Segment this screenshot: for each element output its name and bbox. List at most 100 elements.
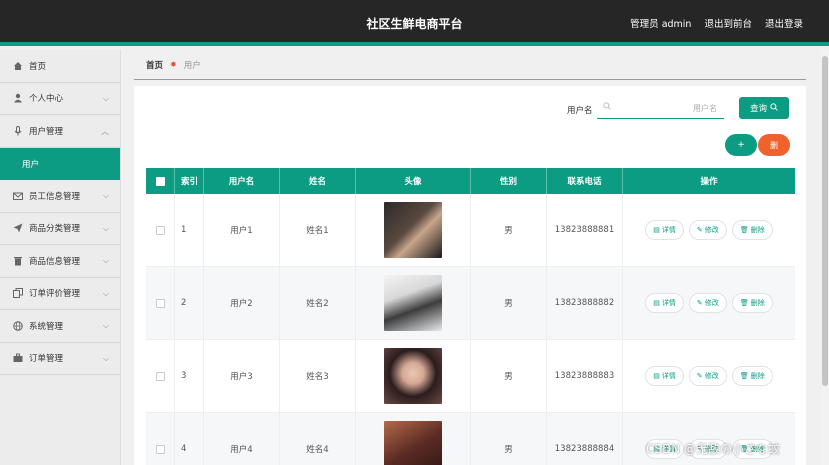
user-icon <box>13 93 23 103</box>
main-content: 用户名 查询 + 删 索引 用户名 姓名 头像 性别 联系电话 操作 1 <box>134 86 806 465</box>
chevron-down-icon: ⌵ <box>102 191 109 200</box>
detail-button[interactable]: ▤ 详情 <box>645 366 684 386</box>
top-bar: 社区生鲜电商平台 管理员 admin 退出到前台 退出登录 <box>0 0 829 46</box>
cell-gender: 男 <box>471 267 547 339</box>
delete-button[interactable]: 🗑 删除 <box>731 293 773 313</box>
logout-link[interactable]: 退出登录 <box>765 16 803 30</box>
chevron-down-icon: ⌵ <box>102 223 109 233</box>
sidebar-item-product-management[interactable]: 商品信息管理 ⌵ <box>0 245 120 278</box>
cell-username: 用户3 <box>204 340 280 412</box>
cell-gender: 男 <box>471 340 547 412</box>
sidebar-item-user[interactable]: 用户 <box>0 147 120 180</box>
chevron-up-icon: ︿ <box>101 127 109 136</box>
user-table: 索引 用户名 姓名 头像 性别 联系电话 操作 1 用户1 姓名1 男 1382… <box>146 168 795 465</box>
exit-to-frontend-link[interactable]: 退出到前台 <box>704 16 752 30</box>
trash-icon: 🗑 <box>739 226 749 234</box>
row-checkbox[interactable] <box>155 225 165 235</box>
microphone-icon <box>13 125 23 136</box>
avatar <box>384 275 442 331</box>
cell-name: 姓名3 <box>280 340 356 412</box>
table-row: 3 用户3 姓名3 男 13823888883 ▤ 详情 ✎ 修改 🗑 删除 <box>146 340 795 413</box>
breadcrumb-home[interactable]: 首页 <box>146 59 163 71</box>
table-row: 2 用户2 姓名2 男 13823888882 ▤ 详情 ✎ 修改 🗑 删除 <box>146 267 795 340</box>
edit-label: 修改 <box>704 372 719 380</box>
edit-button[interactable]: ✎ 修改 <box>688 293 727 313</box>
page-scrollbar[interactable] <box>821 50 829 465</box>
trash-icon: 🗑 <box>739 372 749 380</box>
detail-label: 详情 <box>661 226 676 234</box>
search-box <box>597 97 724 119</box>
cell-phone: 13823888882 <box>547 267 623 339</box>
column-header-actions: 操作 <box>700 177 718 187</box>
detail-icon: ▤ <box>653 299 660 307</box>
sidebar-item-label: 用户 <box>22 159 40 170</box>
watermark: CSDN @无敌の小さな蚊 <box>646 442 781 456</box>
cell-index: 1 <box>175 194 204 266</box>
cell-gender: 男 <box>471 194 547 266</box>
sidebar-item-system-management[interactable]: 系统管理 ⌵ <box>0 310 120 343</box>
cell-index: 4 <box>175 413 204 465</box>
sidebar-item-label: 个人中心 <box>29 94 64 105</box>
sidebar-item-order-management[interactable]: 订单管理 ⌵ <box>0 343 120 375</box>
home-icon <box>13 61 23 71</box>
avatar <box>384 202 442 258</box>
edit-label: 修改 <box>704 226 719 234</box>
globe-icon <box>13 320 23 331</box>
edit-button[interactable]: ✎ 修改 <box>688 366 727 386</box>
row-checkbox[interactable] <box>155 298 165 308</box>
query-button[interactable]: 查询 <box>739 97 789 119</box>
breadcrumb-separator-icon: ✸ <box>170 60 177 69</box>
batch-delete-button[interactable]: 删 <box>758 134 790 156</box>
edit-icon: ✎ <box>696 299 703 307</box>
cell-username: 用户2 <box>204 267 280 339</box>
trash-icon: 🗑 <box>739 299 749 307</box>
current-user-label: 管理员 admin <box>630 19 692 30</box>
search-input[interactable] <box>617 100 717 116</box>
cell-phone: 13823888881 <box>547 194 623 266</box>
delete-button[interactable]: 🗑 删除 <box>731 220 773 240</box>
cell-index: 2 <box>175 267 204 339</box>
column-header-avatar: 头像 <box>356 168 471 194</box>
delete-label: 删除 <box>750 226 765 234</box>
delete-button[interactable]: 🗑 删除 <box>731 366 773 386</box>
mail-icon <box>13 191 23 201</box>
cell-username: 用户1 <box>204 194 280 266</box>
edit-icon: ✎ <box>696 372 703 380</box>
sidebar-item-label: 员工信息管理 <box>29 191 81 202</box>
cell-username: 用户4 <box>204 413 280 465</box>
breadcrumb-current: 用户 <box>183 60 201 71</box>
row-checkbox[interactable] <box>155 444 165 454</box>
scrollbar-thumb[interactable] <box>822 56 828 386</box>
avatar <box>384 421 442 465</box>
detail-icon: ▤ <box>653 226 660 234</box>
search-icon <box>770 102 778 114</box>
sidebar-item-employee-management[interactable]: 员工信息管理 ⌵ <box>0 180 120 213</box>
sidebar-item-home[interactable]: 首页 <box>0 50 120 83</box>
cell-name: 姓名1 <box>280 194 356 266</box>
table-row: 1 用户1 姓名1 男 13823888881 ▤ 详情 ✎ 修改 🗑 删除 <box>146 194 795 267</box>
sidebar-item-label: 商品信息管理 <box>29 256 81 267</box>
sidebar-item-category-management[interactable]: 商品分类管理 ⌵ <box>0 213 120 245</box>
edit-button[interactable]: ✎ 修改 <box>688 220 727 240</box>
avatar <box>384 348 442 404</box>
row-checkbox[interactable] <box>155 371 165 381</box>
select-all-checkbox[interactable] <box>155 176 165 186</box>
chevron-down-icon: ⌵ <box>102 288 109 298</box>
sidebar-item-review-management[interactable]: 订单评价管理 ⌵ <box>0 278 120 310</box>
delete-label: 删除 <box>750 372 765 380</box>
sidebar-item-personal-center[interactable]: 个人中心 ⌵ <box>0 83 120 115</box>
detail-button[interactable]: ▤ 详情 <box>645 220 684 240</box>
detail-button[interactable]: ▤ 详情 <box>645 293 684 313</box>
search-icon <box>603 102 611 113</box>
column-header-username: 用户名 <box>204 168 280 194</box>
chevron-down-icon: ⌵ <box>102 321 109 330</box>
cell-phone: 13823888883 <box>547 340 623 412</box>
detail-icon: ▤ <box>653 372 660 380</box>
delete-label: 删除 <box>750 299 765 307</box>
column-header-index: 索引 <box>175 168 204 194</box>
sidebar-item-user-management[interactable]: 用户管理 ︿ <box>0 115 120 148</box>
detail-label: 详情 <box>661 299 676 307</box>
delete-button-label: 删 <box>770 140 778 150</box>
add-button[interactable]: + <box>725 134 757 156</box>
trash-icon <box>13 256 23 266</box>
